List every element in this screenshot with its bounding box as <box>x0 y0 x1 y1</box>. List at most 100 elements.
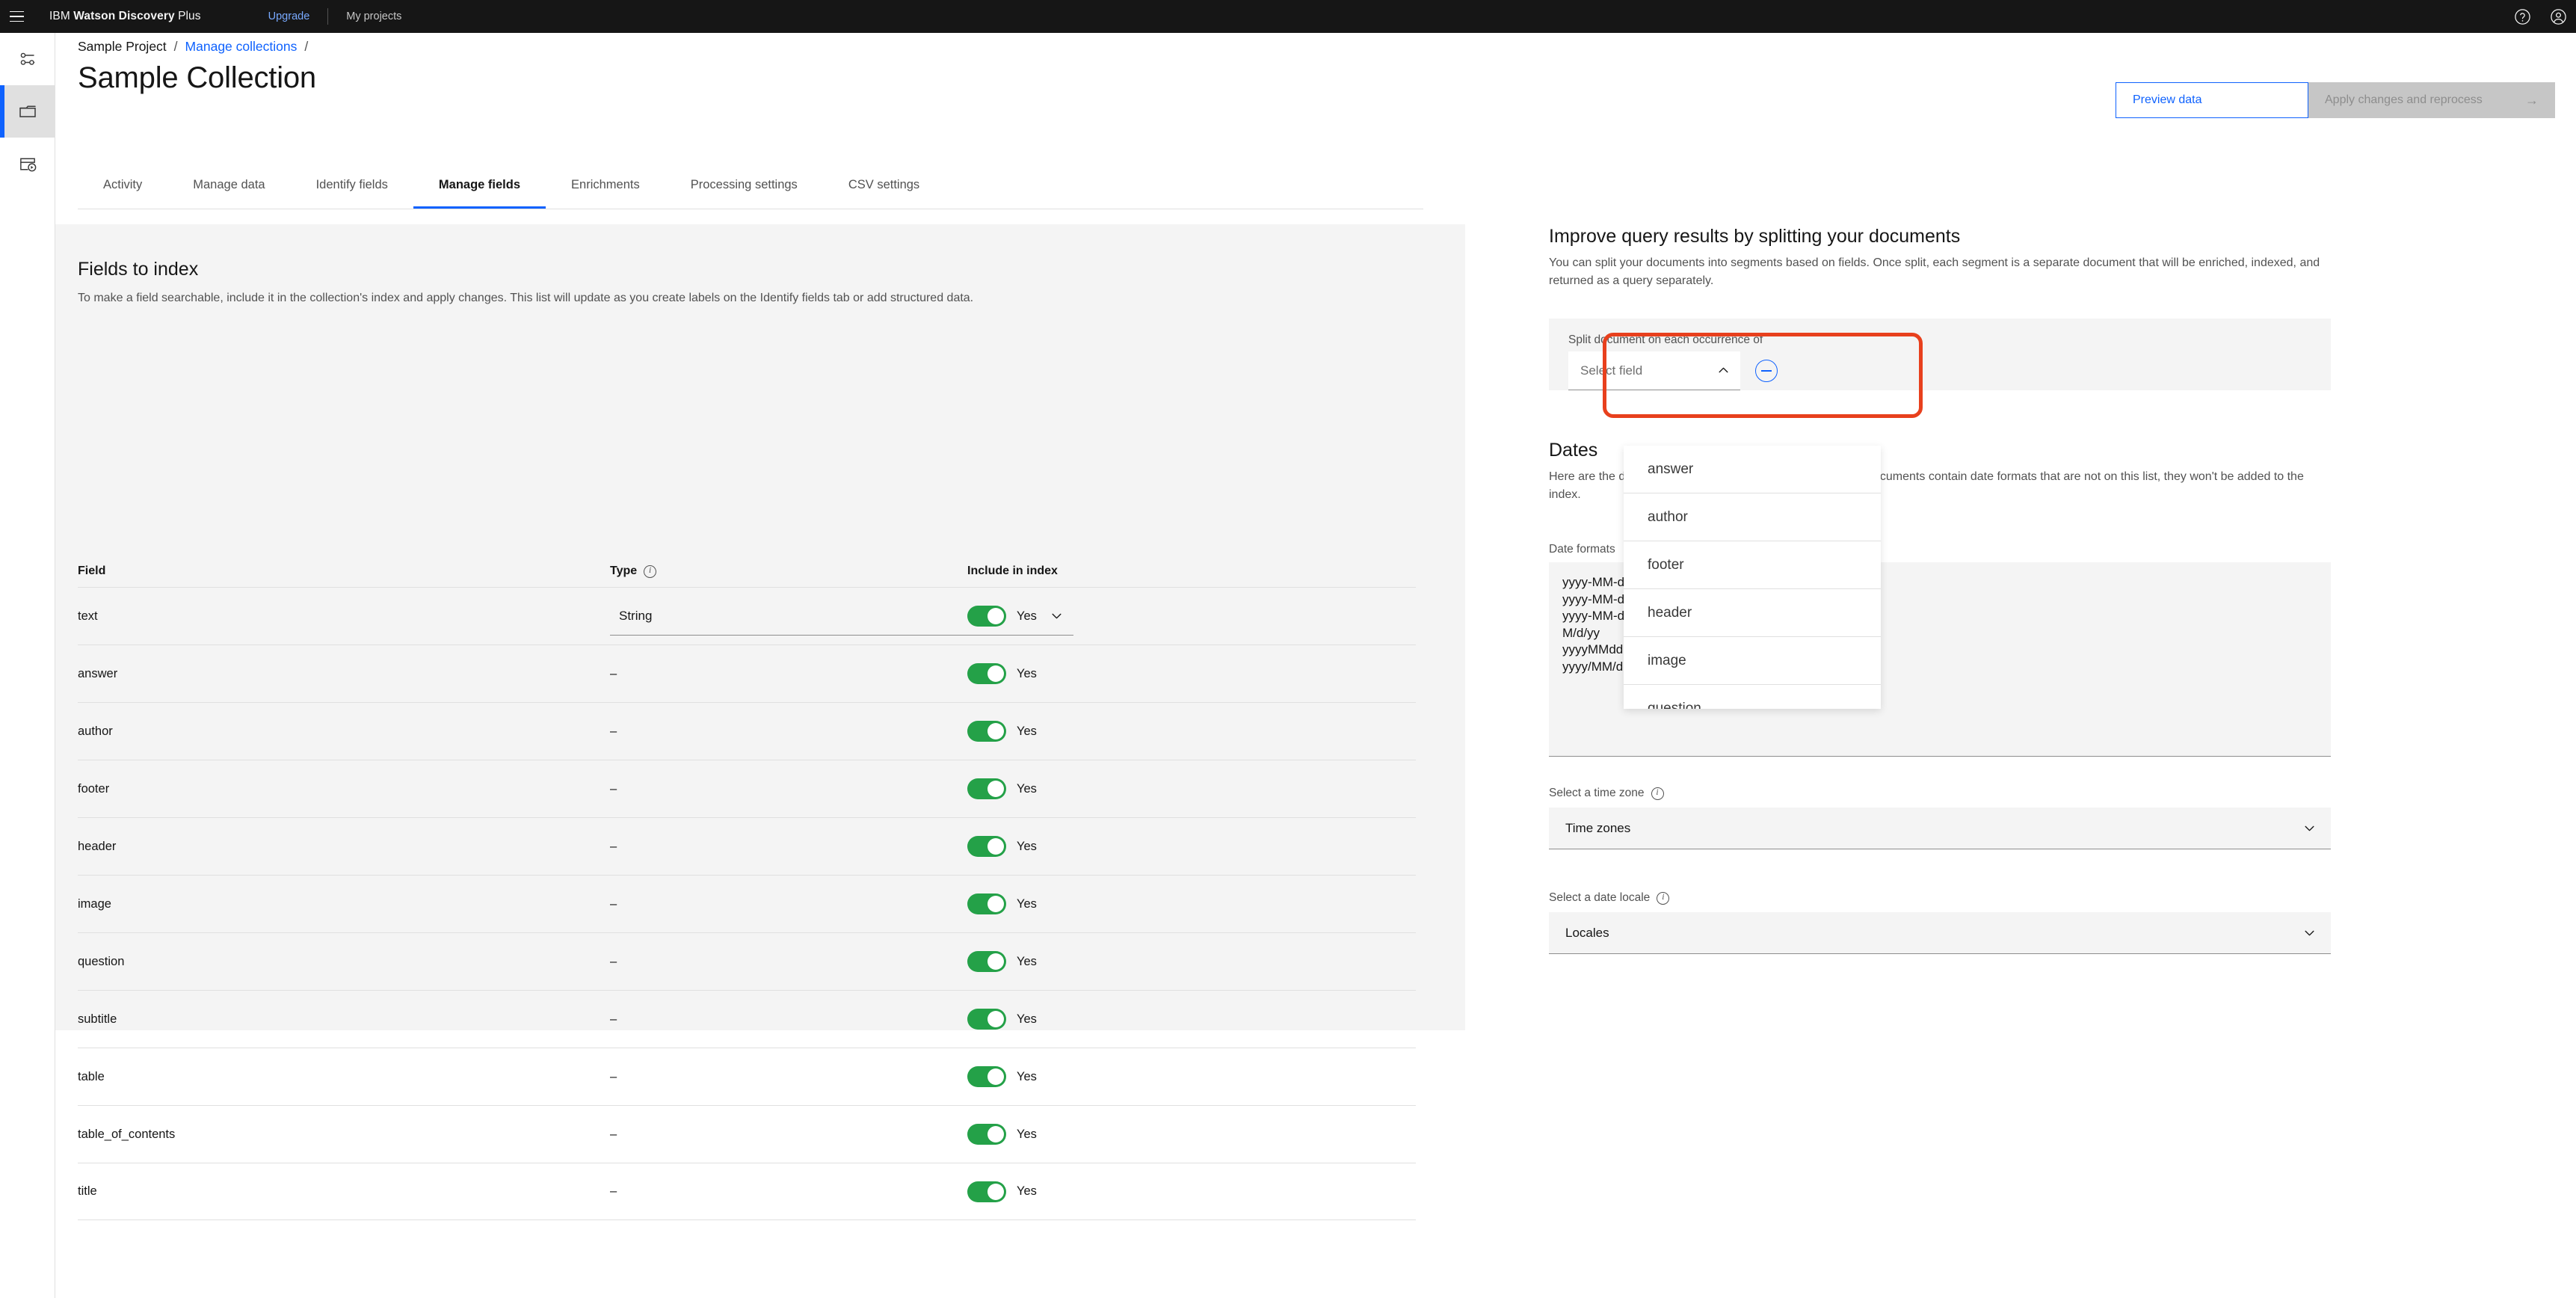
dropdown-option[interactable]: question <box>1624 685 1881 709</box>
preview-data-button[interactable]: Preview data <box>2116 82 2308 118</box>
dropdown-option[interactable]: header <box>1624 589 1881 637</box>
include-in-index-toggle[interactable] <box>967 836 1006 857</box>
info-icon[interactable]: i <box>1657 891 1670 905</box>
table-row: header – Yes <box>78 817 1416 875</box>
column-header-include-in-index: Include in index <box>967 565 1058 577</box>
breadcrumb-separator: / <box>173 39 178 54</box>
field-name-cell: author <box>78 724 113 738</box>
date-locale-value: Locales <box>1565 925 1609 940</box>
nav-link-my-projects[interactable]: My projects <box>328 0 419 33</box>
collection-tabs: Activity Manage data Identify fields Man… <box>78 163 1423 209</box>
field-type-cell: – <box>610 839 617 853</box>
dropdown-option[interactable]: answer <box>1624 446 1881 493</box>
field-type-cell: – <box>610 954 617 968</box>
chevron-down-icon <box>2303 926 2316 939</box>
breadcrumb-item-project[interactable]: Sample Project <box>78 39 167 55</box>
hamburger-menu-icon[interactable] <box>0 0 33 33</box>
include-in-index-toggle[interactable] <box>967 606 1006 627</box>
chevron-down-icon <box>1050 609 1063 622</box>
brand-prefix: IBM <box>49 10 74 22</box>
info-icon[interactable]: i <box>1651 787 1664 800</box>
toggle-knob <box>987 608 1004 624</box>
include-in-index-label: Yes <box>1017 839 1037 853</box>
field-name-cell: question <box>78 954 125 968</box>
include-in-index-toggle[interactable] <box>967 778 1006 799</box>
include-in-index-toggle[interactable] <box>967 893 1006 914</box>
split-card-description: You can split your documents into segmen… <box>1549 256 2320 287</box>
include-in-index-cell: Yes <box>967 836 1037 857</box>
table-row: author – Yes <box>78 702 1416 760</box>
split-field-dropdown-list[interactable]: answer author footer header image question <box>1624 446 1881 709</box>
include-in-index-cell: Yes <box>967 1124 1037 1145</box>
fields-table-body: text String Yes answer – Yes author – Yes footer –… <box>78 587 1416 1220</box>
time-zone-select[interactable]: Time zones <box>1549 808 2331 849</box>
field-type-cell: – <box>610 1012 617 1026</box>
column-header-field: Field <box>78 565 106 577</box>
nav-link-upgrade[interactable]: Upgrade <box>255 0 328 33</box>
toggle-knob <box>987 665 1004 682</box>
date-locale-select[interactable]: Locales <box>1549 912 2331 954</box>
date-formats-label: Date formats <box>1549 543 1615 556</box>
tab-manage-data[interactable]: Manage data <box>167 163 290 209</box>
include-in-index-label: Yes <box>1017 1127 1037 1141</box>
rail-item-query[interactable] <box>0 138 55 190</box>
chevron-up-icon <box>1717 364 1730 377</box>
help-icon[interactable] <box>2504 0 2540 33</box>
minus-circle-icon <box>1761 370 1772 372</box>
fields-card-title: Fields to index <box>78 259 199 280</box>
field-name-cell: image <box>78 896 111 911</box>
include-in-index-cell: Yes <box>967 721 1037 742</box>
field-type-cell: – <box>610 666 617 680</box>
rail-item-collections[interactable] <box>0 85 55 138</box>
header-action-buttons: Preview data Apply changes and reprocess… <box>2116 82 2555 118</box>
rail-item-settings[interactable] <box>0 33 55 85</box>
dropdown-option[interactable]: footer <box>1624 541 1881 589</box>
include-in-index-toggle[interactable] <box>967 1181 1006 1202</box>
include-in-index-toggle[interactable] <box>967 951 1006 972</box>
dates-card-title: Dates <box>1549 440 1598 461</box>
time-zone-label-text: Select a time zone <box>1549 787 1645 799</box>
tab-enrichments[interactable]: Enrichments <box>546 163 665 209</box>
include-in-index-cell: Yes <box>967 1181 1037 1202</box>
include-in-index-toggle[interactable] <box>967 1124 1006 1145</box>
tab-identify-fields[interactable]: Identify fields <box>291 163 413 209</box>
fields-to-index-card: Fields to index To make a field searchab… <box>28 224 1465 1220</box>
dropdown-option[interactable]: image <box>1624 637 1881 685</box>
toggle-knob <box>987 953 1004 970</box>
tab-activity[interactable]: Activity <box>78 163 167 209</box>
include-in-index-toggle[interactable] <box>967 1009 1006 1030</box>
field-name-cell: table <box>78 1069 105 1083</box>
include-in-index-toggle[interactable] <box>967 721 1006 742</box>
include-in-index-label: Yes <box>1017 1184 1037 1198</box>
field-name-cell: subtitle <box>78 1012 117 1026</box>
include-in-index-toggle[interactable] <box>967 1066 1006 1087</box>
tab-manage-fields[interactable]: Manage fields <box>413 163 546 209</box>
field-name-cell: text <box>78 609 98 623</box>
include-in-index-cell: Yes <box>967 893 1037 914</box>
folder-icon <box>17 101 38 122</box>
info-icon[interactable]: i <box>644 565 657 578</box>
toggle-knob <box>987 1183 1004 1200</box>
user-avatar-icon[interactable] <box>2540 0 2576 33</box>
toggle-knob <box>987 1126 1004 1142</box>
include-in-index-label: Yes <box>1017 1012 1037 1026</box>
include-in-index-toggle[interactable] <box>967 663 1006 684</box>
tab-csv-settings[interactable]: CSV settings <box>823 163 945 209</box>
tab-processing-settings[interactable]: Processing settings <box>665 163 823 209</box>
field-name-cell: answer <box>78 666 118 680</box>
settings-sliders-icon <box>18 49 37 69</box>
apply-changes-button[interactable]: Apply changes and reprocess → <box>2308 82 2555 118</box>
dropdown-option[interactable]: author <box>1624 493 1881 541</box>
toggle-knob <box>987 1068 1004 1085</box>
remove-split-rule-button[interactable] <box>1755 360 1778 382</box>
field-type-cell: – <box>610 1184 617 1198</box>
fields-card-subtitle: To make a field searchable, include it i… <box>78 292 974 304</box>
toggle-knob <box>987 1011 1004 1027</box>
column-header-type: Type i <box>610 565 657 578</box>
include-in-index-cell: Yes <box>967 778 1037 799</box>
field-name-cell: header <box>78 839 117 853</box>
date-locale-label: Select a date locale i <box>1549 891 1670 905</box>
breadcrumb-item-manage-collections[interactable]: Manage collections <box>185 39 298 55</box>
split-field-select[interactable]: Select field <box>1568 351 1740 390</box>
brand-suffix: Plus <box>174 10 201 22</box>
